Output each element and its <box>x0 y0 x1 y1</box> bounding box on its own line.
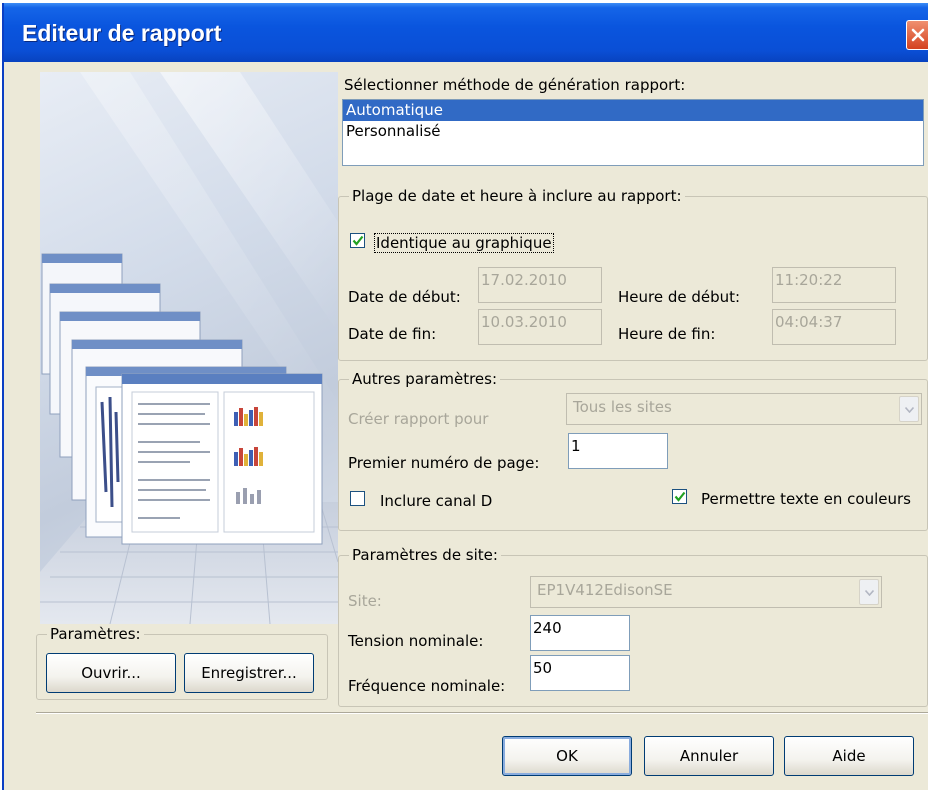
ok-button[interactable]: OK <box>502 736 632 776</box>
date-range-group-label: Plage de date et heure à inclure au rapp… <box>349 187 685 205</box>
other-params-group-label: Autres paramètres: <box>349 370 501 388</box>
frequency-label: Fréquence nominale: <box>348 677 506 695</box>
method-listbox[interactable]: Automatique Personnalisé <box>342 99 924 166</box>
create-for-label: Créer rapport pour <box>348 410 489 428</box>
create-for-select[interactable]: Tous les sites <box>566 393 922 425</box>
save-button[interactable]: Enregistrer... <box>184 653 314 693</box>
site-value: EP1V412EdisonSE <box>537 581 673 599</box>
start-time-field[interactable]: 11:20:22 <box>772 267 896 303</box>
title-bar[interactable]: Editeur de rapport <box>4 3 928 62</box>
site-select[interactable]: EP1V412EdisonSE <box>530 576 882 608</box>
first-page-label: Premier numéro de page: <box>348 454 540 472</box>
open-button[interactable]: Ouvrir... <box>46 653 176 693</box>
footer-separator <box>36 712 928 714</box>
method-option-custom[interactable]: Personnalisé <box>343 121 923 142</box>
close-button[interactable] <box>906 20 928 50</box>
method-option-automatic[interactable]: Automatique <box>343 100 923 121</box>
site-dropdown-button[interactable] <box>859 579 879 605</box>
cancel-button[interactable]: Annuler <box>644 736 774 776</box>
end-date-label: Date de fin: <box>348 325 437 343</box>
report-editor-dialog: Editeur de rapport Sélectionner méthode … <box>2 3 928 790</box>
end-date-field[interactable]: 10.03.2010 <box>478 309 602 345</box>
report-illustration <box>40 72 338 624</box>
voltage-field[interactable]: 240 <box>530 615 630 651</box>
window-title: Editeur de rapport <box>22 20 222 46</box>
include-d-channel-checkbox[interactable] <box>350 491 365 506</box>
site-label: Site: <box>348 592 382 610</box>
start-date-label: Date de début: <box>348 288 461 306</box>
color-text-checkbox[interactable] <box>672 489 687 504</box>
color-text-label: Permettre texte en couleurs <box>701 490 911 508</box>
voltage-label: Tension nominale: <box>348 632 484 650</box>
same-as-graph-label[interactable]: Identique au graphique <box>374 233 554 253</box>
first-page-field[interactable]: 1 <box>568 433 668 469</box>
frequency-field[interactable]: 50 <box>530 655 630 691</box>
end-time-field[interactable]: 04:04:37 <box>772 309 896 345</box>
site-params-group-label: Paramètres de site: <box>349 546 501 564</box>
help-button[interactable]: Aide <box>784 736 914 776</box>
create-for-dropdown-button[interactable] <box>899 396 919 422</box>
start-date-field[interactable]: 17.02.2010 <box>478 267 602 303</box>
params-group-label: Paramètres: <box>47 625 144 643</box>
same-as-graph-checkbox[interactable] <box>350 233 365 248</box>
end-time-label: Heure de fin: <box>618 325 716 343</box>
create-for-value: Tous les sites <box>573 398 672 416</box>
start-time-label: Heure de début: <box>618 288 741 306</box>
include-d-channel-label: Inclure canal D <box>380 492 493 510</box>
method-label: Sélectionner méthode de génération rappo… <box>344 76 686 94</box>
